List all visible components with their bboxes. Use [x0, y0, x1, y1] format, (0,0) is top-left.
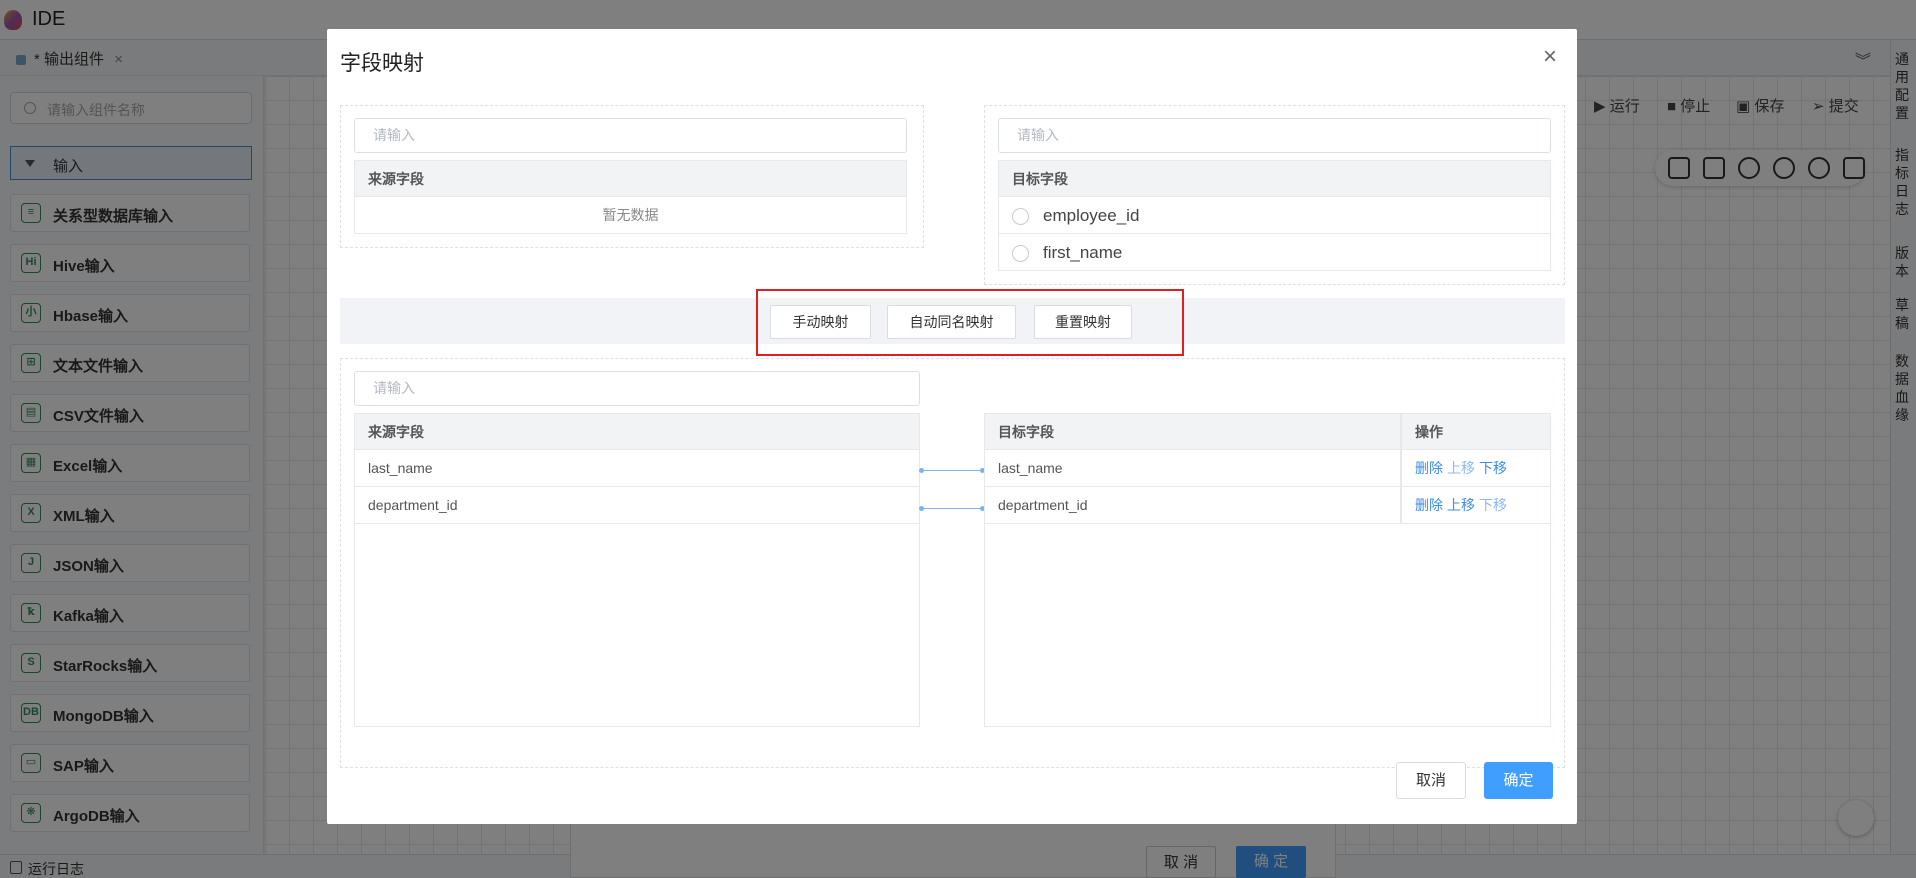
target-mapping-row[interactable]: last_name — [984, 450, 1401, 487]
mapping-result-panel: 请输入 来源字段 last_name department_id 目标字段 操作… — [340, 358, 1565, 768]
move-down-link[interactable]: 下移 — [1479, 460, 1507, 476]
source-mapping-header: 来源字段 — [354, 413, 920, 450]
empty-data-text: 暂无数据 — [354, 197, 907, 234]
cancel-button[interactable]: 取消 — [1396, 762, 1466, 799]
target-search-input[interactable]: 请输入 — [998, 118, 1551, 153]
confirm-button[interactable]: 确定 — [1484, 762, 1553, 799]
target-mapping-header: 目标字段 — [984, 413, 1401, 450]
move-up-link[interactable]: 上移 — [1447, 497, 1475, 513]
operation-header: 操作 — [1401, 413, 1551, 450]
field-mapping-dialog: 字段映射 × 请输入 来源字段 暂无数据 请输入 目标字段 employee_i… — [327, 29, 1577, 824]
delete-link[interactable]: 删除 — [1415, 460, 1443, 476]
dialog-title: 字段映射 — [340, 52, 424, 75]
target-field-panel: 请输入 目标字段 employee_id first_name — [984, 105, 1565, 285]
mapping-connector-line — [919, 468, 985, 473]
move-up-link[interactable]: 上移 — [1447, 460, 1475, 476]
target-field-label: employee_id — [1043, 206, 1140, 225]
move-down-link[interactable]: 下移 — [1479, 497, 1507, 513]
target-field-row[interactable]: employee_id — [998, 197, 1551, 234]
highlight-annotation-box — [756, 289, 1184, 356]
radio-button[interactable] — [1012, 245, 1029, 263]
source-search-input[interactable]: 请输入 — [354, 118, 907, 153]
source-mapping-row[interactable]: department_id — [354, 487, 920, 524]
source-field-panel: 请输入 来源字段 暂无数据 — [340, 105, 924, 248]
row-operations: 删除 上移 下移 — [1401, 487, 1551, 524]
mapping-search-input[interactable]: 请输入 — [354, 371, 920, 406]
mapping-connector-line — [919, 506, 985, 511]
target-field-row[interactable]: first_name — [998, 234, 1551, 271]
source-mapping-row[interactable]: last_name — [354, 450, 920, 487]
source-header: 来源字段 — [354, 160, 907, 197]
target-header: 目标字段 — [998, 160, 1551, 197]
row-operations: 删除 上移 下移 — [1401, 450, 1551, 487]
target-field-label: first_name — [1043, 243, 1123, 262]
close-icon[interactable]: × — [1538, 45, 1562, 69]
radio-button[interactable] — [1012, 208, 1029, 226]
target-mapping-row[interactable]: department_id — [984, 487, 1401, 524]
delete-link[interactable]: 删除 — [1415, 497, 1443, 513]
